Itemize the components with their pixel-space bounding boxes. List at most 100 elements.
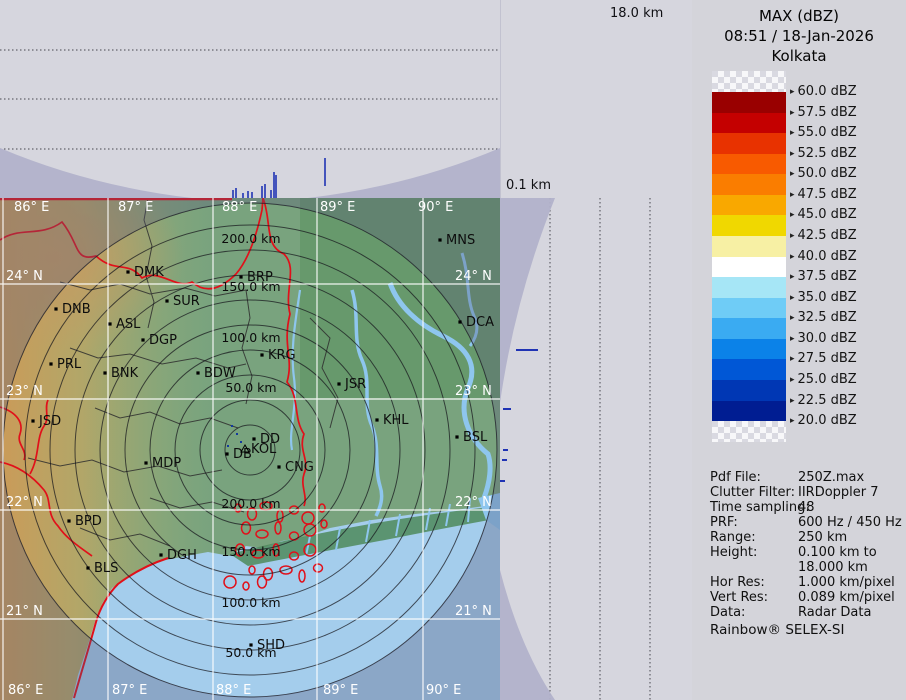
city-marker [54,307,57,310]
metadata-row: Time sampling:48 [692,500,906,515]
metadata-value: IIRDoppler 7 [798,485,879,500]
city-marker [108,322,111,325]
legend-tick-label: 60.0 dBZ [798,84,857,99]
metadata-value: 1.000 km/pixel [798,575,895,590]
tick-arrow-icon: ▸ [790,375,795,385]
city-marker [165,299,168,302]
legend-color-band [712,359,786,380]
metadata-row: Height:0.100 km to [692,545,906,560]
legend-color-band [712,401,786,422]
out-of-range-wedge-top [500,198,555,403]
radar-app-window: 18.0 km 0.1 km [0,0,906,700]
metadata-label: PRF: [710,515,738,530]
height-axis-max-label: 18.0 km [610,6,663,21]
tick-arrow-icon: ▸ [790,190,795,200]
lat-label-right: 21° N [455,604,492,619]
legend-color-band [712,277,786,298]
legend-color-band [712,339,786,360]
legend-tick-label: 47.5 dBZ [798,187,857,202]
city-marker [103,371,106,374]
metadata-label: Hor Res: [710,575,765,590]
legend-tick-label: 30.0 dBZ [798,331,857,346]
city-label: MDP [152,456,181,471]
city-marker [31,419,34,422]
legend-tick: ▸60.0 dBZ [790,84,857,100]
echo-top-profile [233,158,325,198]
tick-arrow-icon: ▸ [790,293,795,303]
legend-tick: ▸55.0 dBZ [790,125,857,141]
out-of-range-wedge-left [0,148,192,198]
city-marker [249,643,252,646]
range-ring-label: 200.0 km [221,231,280,246]
city-marker [159,553,162,556]
metadata-value: 18.000 km [798,560,868,575]
legend-tick: ▸42.5 dBZ [790,228,857,244]
city-marker [67,519,70,522]
city-label: BSL [463,430,488,445]
lat-label-left: 24° N [6,269,43,284]
metadata-value: 250Z.max [798,470,864,485]
lat-label-left: 22° N [6,495,43,510]
side-profile-graphics [500,198,692,700]
radar-site-label: KOL [251,442,277,457]
lon-label-top: 89° E [320,200,355,215]
legend-tick: ▸52.5 dBZ [790,146,857,162]
city-marker [196,371,199,374]
city-label: BPD [75,514,102,529]
city-label: DGP [149,333,177,348]
metadata-label: Time sampling: [710,500,810,515]
lon-label-bottom: 86° E [8,683,43,698]
metadata-label: Range: [710,530,756,545]
tick-arrow-icon: ▸ [790,108,795,118]
range-ring-label: 150.0 km [221,544,280,559]
legend-tick-label: 27.5 dBZ [798,351,857,366]
city-marker [86,566,89,569]
legend-color-band [712,154,786,175]
range-ring-label: 50.0 km [225,380,276,395]
range-ring-label: 100.0 km [221,595,280,610]
legend-tick-label: 55.0 dBZ [798,125,857,140]
legend-tick: ▸35.0 dBZ [790,290,857,306]
legend-tick: ▸27.5 dBZ [790,351,857,367]
lat-label-left: 21° N [6,604,43,619]
lat-label-left: 23° N [6,384,43,399]
legend-color-band [712,92,786,113]
tick-arrow-icon: ▸ [790,396,795,406]
metadata-label: Clutter Filter: [710,485,795,500]
tick-arrow-icon: ▸ [790,334,795,344]
legend-tick-label: 25.0 dBZ [798,372,857,387]
metadata-row: Clutter Filter:IIRDoppler 7 [692,485,906,500]
city-label: JSD [38,414,61,429]
tick-arrow-icon: ▸ [790,169,795,179]
lat-label-right: 23° N [455,384,492,399]
city-label: BRP [247,270,273,285]
echo-side-profile [500,350,538,481]
lon-label-bottom: 87° E [112,683,147,698]
city-marker [225,452,228,455]
out-of-range-wedge-bottom [500,570,555,700]
tick-arrow-icon: ▸ [790,210,795,220]
tick-arrow-icon: ▸ [790,416,795,426]
legend-color-band [712,113,786,134]
legend-tick: ▸20.0 dBZ [790,413,857,429]
city-label: DGH [167,548,197,563]
city-label: KRG [268,348,296,363]
legend-tick-label: 35.0 dBZ [798,290,857,305]
city-marker [455,435,458,438]
range-ring-label: 100.0 km [221,330,280,345]
tick-arrow-icon: ▸ [790,128,795,138]
legend-tick-label: 32.5 dBZ [798,310,857,325]
city-marker [141,338,144,341]
city-marker [458,320,461,323]
range-ring-label: 200.0 km [221,496,280,511]
city-label: PRL [57,357,82,372]
city-label: DMK [134,265,164,280]
legend-tick: ▸45.0 dBZ [790,207,857,223]
metadata-row: Vert Res:0.089 km/pixel [692,590,906,605]
lon-label-bottom: 89° E [323,683,358,698]
metadata-row: Hor Res: 1.000 km/pixel [692,575,906,590]
tick-arrow-icon: ▸ [790,354,795,364]
legend-tick-label: 57.5 dBZ [798,105,857,120]
legend-tick-label: 45.0 dBZ [798,207,857,222]
legend-tick: ▸37.5 dBZ [790,269,857,285]
